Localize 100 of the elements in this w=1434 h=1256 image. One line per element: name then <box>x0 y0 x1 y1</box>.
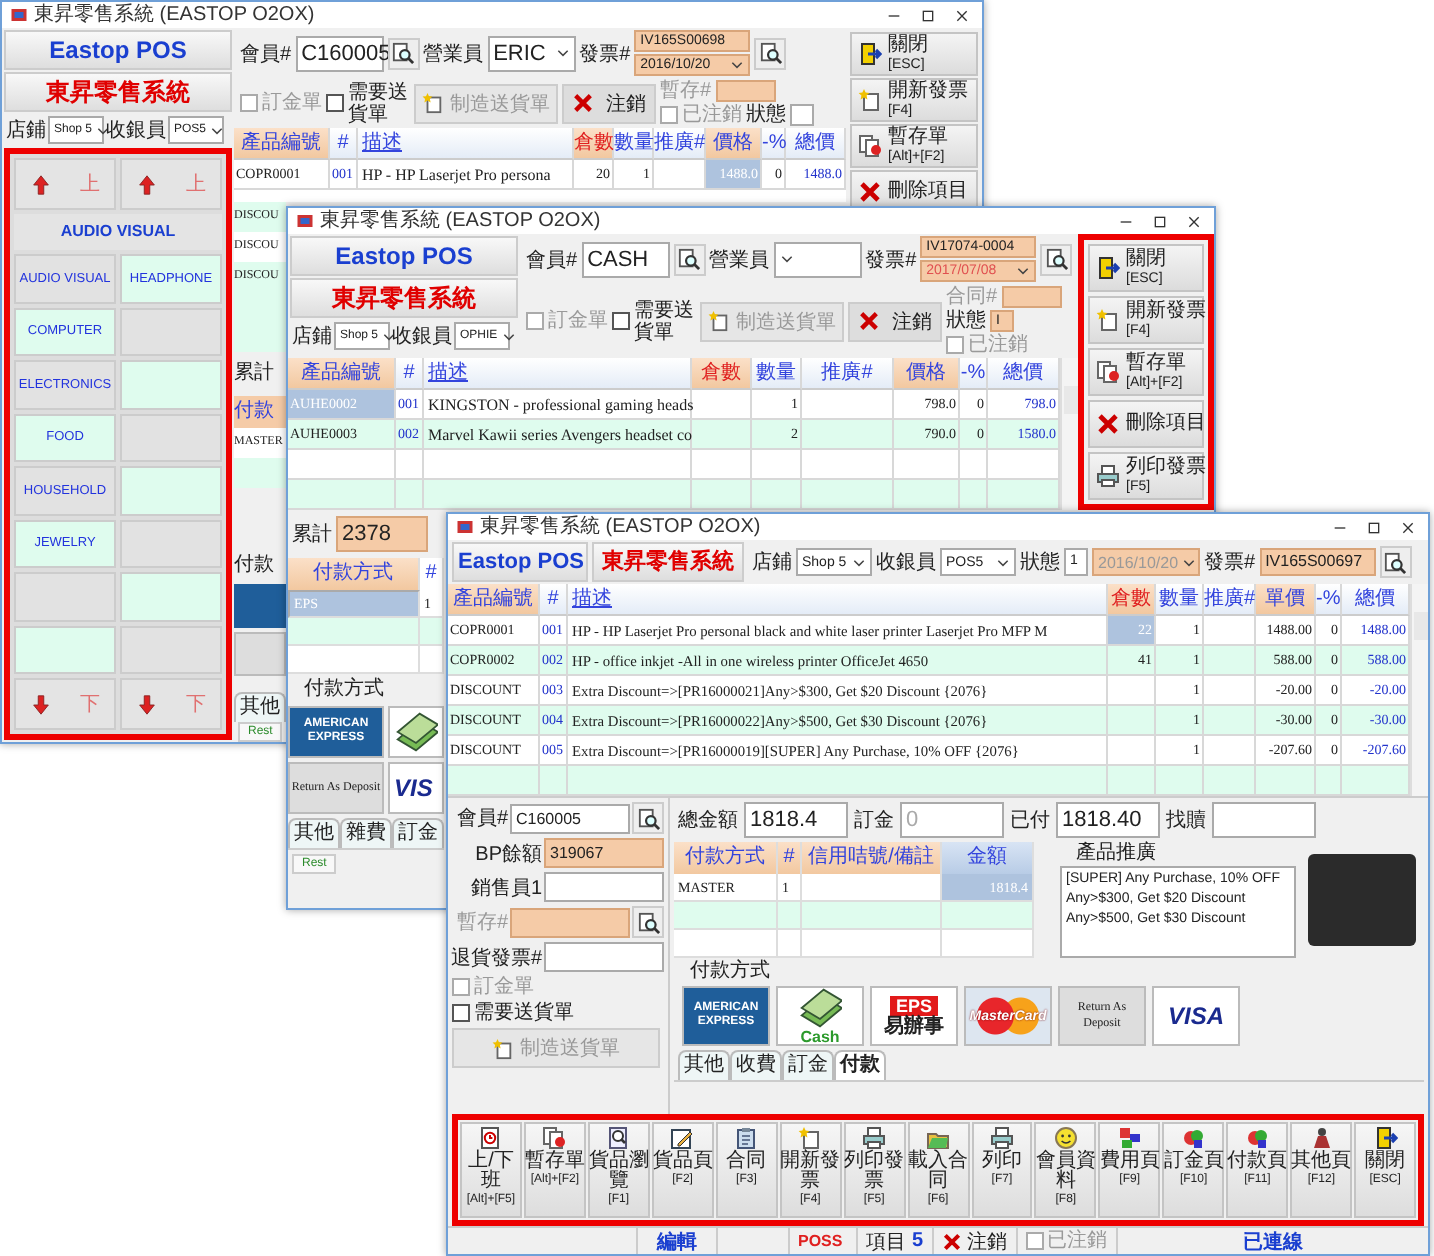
logo-button[interactable]: Eastop POS <box>452 542 588 582</box>
input-field[interactable]: C160005 <box>295 35 384 71</box>
input-field[interactable] <box>544 872 664 902</box>
search-button[interactable] <box>1040 243 1073 275</box>
column-header[interactable]: -% <box>762 128 786 160</box>
checkbox[interactable] <box>452 1004 470 1022</box>
checkbox-label: 訂金單 <box>548 310 608 332</box>
maximize-icon[interactable] <box>920 7 936 23</box>
tab[interactable]: 收費 <box>730 1050 782 1080</box>
search-button[interactable] <box>754 37 787 69</box>
input-field[interactable]: 2378 <box>336 516 428 552</box>
search-icon <box>759 42 782 64</box>
scrollbar[interactable] <box>1060 358 1078 510</box>
input-field[interactable] <box>790 104 814 126</box>
color-blocks-icon <box>1245 1126 1270 1150</box>
system-name-button[interactable]: 東昇零售系統 <box>4 72 232 112</box>
search-button[interactable] <box>1379 546 1412 578</box>
field-label: 狀態 <box>1020 549 1060 576</box>
column-header[interactable]: 產品編號 <box>234 128 330 160</box>
tab[interactable]: 雜費 <box>340 818 392 848</box>
scrollbar[interactable] <box>1410 584 1428 796</box>
input-field[interactable] <box>1212 802 1316 838</box>
column-header[interactable]: 推廣# <box>654 128 706 160</box>
payment-method-button[interactable]: VISA <box>1152 986 1240 1046</box>
column-header[interactable]: # <box>778 842 802 874</box>
window-title: 東昇零售系統 (EASTOP O2OX) <box>320 208 603 234</box>
column-header[interactable]: 信用咭號/備註 <box>802 842 942 874</box>
column-header[interactable]: # <box>330 128 358 160</box>
column-header[interactable]: 總價 <box>786 128 846 160</box>
column-header[interactable]: 價格 <box>894 358 960 390</box>
dropdown[interactable]: ERIC <box>487 35 576 71</box>
close-icon[interactable] <box>1186 213 1202 229</box>
input-field[interactable]: IV165S00697 <box>1259 548 1376 576</box>
tab[interactable]: 訂金 <box>782 1050 834 1080</box>
column-header[interactable]: 產品編號 <box>288 358 396 390</box>
input-field[interactable]: 1818.40 <box>1056 802 1160 838</box>
maximize-icon[interactable] <box>1152 213 1168 229</box>
close-icon[interactable] <box>1400 519 1416 535</box>
input-field[interactable] <box>1001 286 1062 308</box>
payment-method-button[interactable]: EPS 易辦事 <box>870 986 958 1046</box>
maximize-icon[interactable] <box>1366 519 1382 535</box>
tab[interactable]: 付款 <box>834 1050 886 1080</box>
column-header[interactable]: 付款方式 <box>674 842 778 874</box>
input-field[interactable]: C160005 <box>510 803 630 833</box>
column-header[interactable]: 倉數 <box>574 128 614 160</box>
column-header[interactable]: # <box>540 584 568 616</box>
input-field[interactable] <box>715 80 776 102</box>
input-field[interactable]: 319067 <box>544 838 664 868</box>
tab[interactable]: 訂金 <box>392 818 444 848</box>
logo-button[interactable]: Eastop POS <box>290 236 518 276</box>
column-header[interactable]: 描述 <box>358 128 574 160</box>
input-field[interactable]: CASH <box>581 241 670 277</box>
payment-method-button[interactable]: Cash <box>776 986 864 1046</box>
column-header[interactable]: 倉數 <box>1108 584 1156 616</box>
input-field[interactable]: 1818.4 <box>744 802 848 838</box>
column-header[interactable]: 總價 <box>1342 584 1410 616</box>
input-field[interactable] <box>544 942 664 972</box>
empty-cell <box>396 480 424 510</box>
smiley-icon <box>1053 1126 1078 1150</box>
column-header[interactable]: 描述 <box>424 358 692 390</box>
payment-method-button[interactable]: VIS <box>388 762 444 814</box>
action-button[interactable]: 注銷 <box>562 83 656 123</box>
action-button[interactable]: 注銷 <box>848 301 942 341</box>
checkbox[interactable] <box>326 94 344 112</box>
tab[interactable]: 其他 <box>288 818 340 848</box>
system-name-button[interactable]: 東昇零售系統 <box>592 542 744 582</box>
column-header[interactable]: 推廣# <box>802 358 894 390</box>
column-header[interactable]: 總價 <box>988 358 1060 390</box>
dropdown[interactable] <box>773 241 862 277</box>
column-header[interactable]: # <box>420 558 444 590</box>
caret-icon <box>555 46 570 60</box>
close-icon[interactable] <box>954 7 970 23</box>
column-header[interactable]: 數量 <box>614 128 654 160</box>
printer-icon <box>862 1126 887 1150</box>
search-button[interactable] <box>673 243 706 275</box>
logo-button[interactable]: Eastop POS <box>4 30 232 70</box>
tab[interactable]: 其他 <box>234 692 286 722</box>
tab[interactable]: 其他 <box>678 1050 730 1080</box>
column-header[interactable]: 推廣# <box>1204 584 1256 616</box>
column-header[interactable]: 產品編號 <box>448 584 540 616</box>
column-header[interactable]: 價格 <box>706 128 762 160</box>
column-header[interactable]: -% <box>960 358 988 390</box>
column-header[interactable]: # <box>396 358 424 390</box>
column-header[interactable]: 付款方式 <box>288 558 420 590</box>
payment-method-button[interactable] <box>388 706 444 758</box>
column-header[interactable]: 數量 <box>752 358 802 390</box>
field-label: 狀態 <box>746 104 786 126</box>
column-header[interactable]: 金額 <box>942 842 1034 874</box>
checkbox[interactable] <box>612 312 630 330</box>
side-button[interactable]: 刪除項目 <box>1088 400 1204 448</box>
column-header[interactable]: 付款 <box>234 396 286 428</box>
field-label: 營業員 <box>709 247 770 273</box>
column-header[interactable]: 單價 <box>1256 584 1316 616</box>
column-header[interactable]: -% <box>1316 584 1342 616</box>
system-name-button[interactable]: 東昇零售系統 <box>290 278 518 318</box>
column-header[interactable]: 數量 <box>1156 584 1204 616</box>
column-header[interactable]: 倉數 <box>692 358 752 390</box>
search-button[interactable] <box>632 802 664 834</box>
search-button[interactable] <box>387 37 420 69</box>
column-header[interactable]: 描述 <box>568 584 1108 616</box>
